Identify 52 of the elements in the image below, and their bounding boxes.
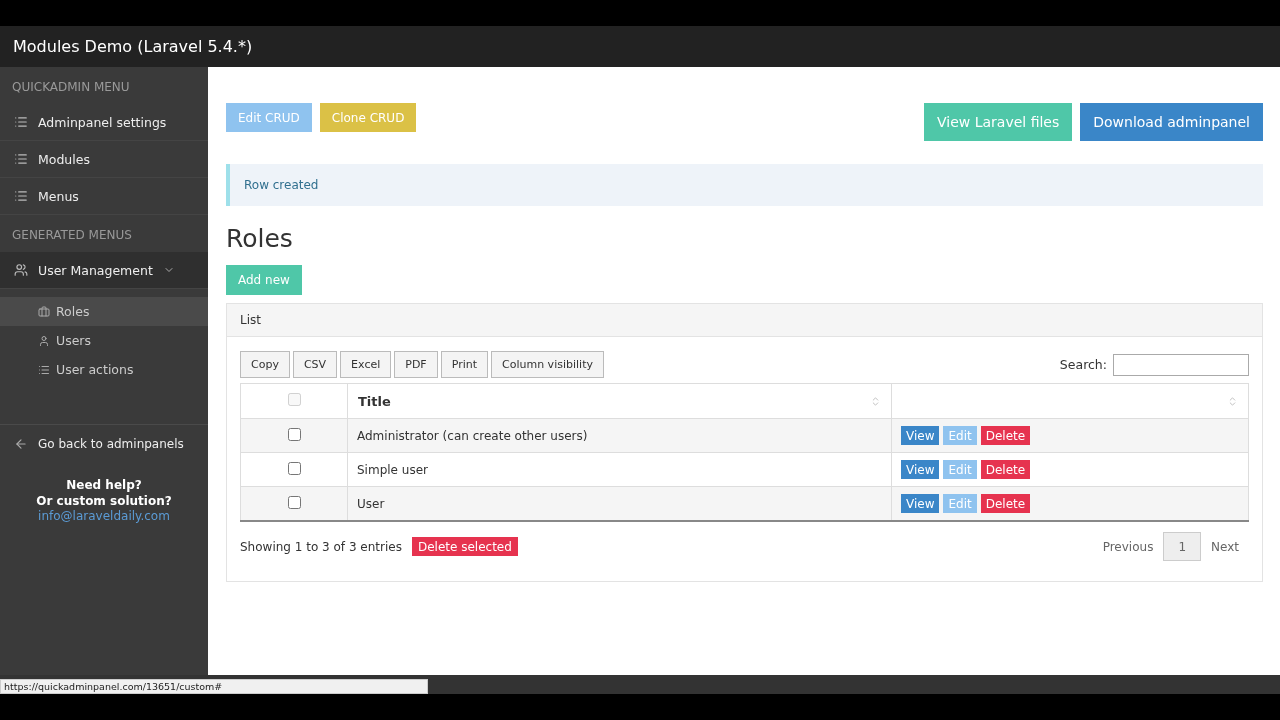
arrow-left-icon (14, 437, 28, 451)
panel-heading: List (227, 304, 1262, 337)
export-button[interactable]: Excel (340, 351, 392, 378)
row-checkbox[interactable] (287, 461, 301, 475)
action-button[interactable]: Delete (980, 460, 1031, 479)
submenu-item[interactable]: User actions (0, 355, 208, 384)
list-icon (14, 115, 28, 129)
table-cell: Simple user (357, 462, 428, 477)
app-title: Modules Demo (Laravel 5.4.*) (13, 37, 253, 56)
column-header[interactable]: Title (358, 393, 391, 409)
export-button[interactable]: Column visibility (491, 351, 604, 378)
pagination-link[interactable]: Next (1201, 532, 1249, 561)
status-url: https://quickadminpanel.com/13651/custom# (0, 679, 428, 694)
pagination-link[interactable]: Previous (1092, 532, 1164, 561)
briefcase-icon (38, 305, 50, 318)
submenu-item[interactable]: Roles (0, 297, 208, 326)
row-checkbox[interactable] (287, 427, 301, 441)
page-button[interactable]: 1 (1163, 532, 1202, 561)
action-button[interactable]: View (901, 460, 940, 479)
sort-icon[interactable] (1227, 395, 1238, 407)
submenu-item[interactable]: Users (0, 326, 208, 355)
help-text: Or custom solution? (35, 493, 173, 509)
list-icon (38, 363, 50, 376)
list-icon (14, 189, 28, 203)
action-button[interactable]: Delete (980, 426, 1031, 445)
user-icon (38, 334, 50, 347)
table-cell: Administrator (can create other users) (357, 428, 588, 443)
search-field[interactable] (1113, 353, 1249, 376)
export-button[interactable]: Print (440, 351, 488, 378)
delete-selected-button[interactable]: Delete selected (411, 537, 518, 556)
section-heading: QUICKADMIN MENU (11, 79, 131, 96)
action-button[interactable]: Delete (980, 494, 1031, 513)
table-cell: User (357, 496, 385, 511)
action-button[interactable]: View (901, 494, 940, 513)
section-heading: GENERATED MENUS (11, 227, 133, 244)
success-alert: Row created (226, 164, 1263, 206)
list-icon (14, 152, 28, 166)
users-icon (14, 263, 28, 277)
sort-icon[interactable] (870, 395, 881, 407)
header-button[interactable]: Download adminpanel (1080, 103, 1263, 141)
email-link[interactable]: info@laraveldaily.com (38, 509, 170, 523)
menu-item[interactable]: User Management (0, 252, 208, 289)
export-button[interactable]: PDF (394, 351, 438, 378)
entries-info: Showing 1 to 3 of 3 entries (240, 539, 402, 554)
page-title: Roles (226, 224, 294, 253)
help-text: Need help? (65, 477, 143, 493)
back-link[interactable]: Go back to adminpanels (0, 425, 208, 463)
export-button[interactable]: Copy (240, 351, 290, 378)
export-button[interactable]: CSV (292, 351, 338, 378)
search-label: Search: (1059, 357, 1107, 372)
action-button[interactable]: View (901, 426, 940, 445)
row-checkbox[interactable] (287, 495, 301, 509)
